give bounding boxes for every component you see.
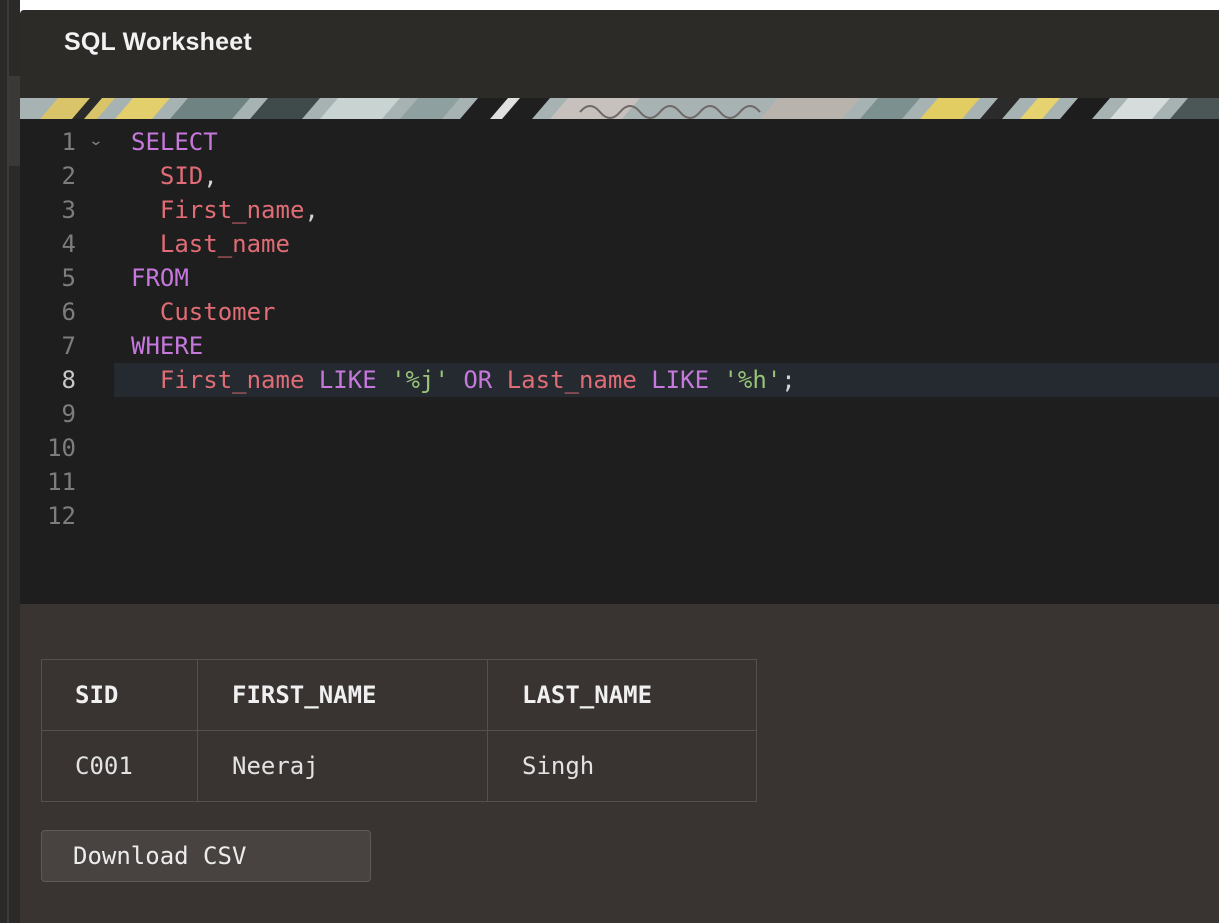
cell-sid: C001 bbox=[41, 730, 198, 802]
code-line[interactable]: 10 bbox=[20, 431, 1219, 465]
code-line[interactable]: 8 First_name LIKE '%j' OR Last_name LIKE… bbox=[20, 363, 1219, 397]
line-number: 12 bbox=[47, 502, 76, 530]
download-csv-button[interactable]: Download CSV bbox=[41, 830, 371, 882]
code-token: '%j' bbox=[391, 366, 449, 394]
code-text: FROM bbox=[131, 261, 189, 295]
sql-editor[interactable]: 1 ⌄ SELECT 2 SID, 3 First_name, 4 Last_name 5 F… bbox=[20, 119, 1219, 604]
code-line[interactable]: 7 WHERE bbox=[20, 329, 1219, 363]
code-text: SID, bbox=[131, 159, 218, 193]
results-panel: SID FIRST_NAME LAST_NAME C001 Neeraj Sin… bbox=[20, 604, 1219, 923]
line-number: 7 bbox=[61, 332, 76, 360]
code-token: , bbox=[304, 196, 319, 224]
line-number: 10 bbox=[47, 434, 76, 462]
code-token: SID bbox=[159, 162, 204, 190]
chevron-down-icon[interactable]: ⌄ bbox=[88, 133, 103, 149]
code-line[interactable]: 1 ⌄ SELECT bbox=[20, 125, 1219, 159]
line-number: 5 bbox=[61, 264, 76, 292]
code-token: Customer bbox=[159, 298, 276, 326]
column-header-label: LAST_NAME bbox=[522, 681, 653, 709]
line-number: 1 bbox=[61, 128, 76, 156]
code-token: LIKE bbox=[651, 366, 710, 394]
code-line[interactable]: 11 bbox=[20, 465, 1219, 499]
decorative-banner bbox=[20, 98, 1219, 119]
page-title: SQL Worksheet bbox=[64, 28, 252, 56]
cell-value: Neeraj bbox=[232, 752, 319, 780]
code-token: SELECT bbox=[131, 128, 218, 156]
code-token: FROM bbox=[131, 264, 189, 292]
code-text: SELECT bbox=[131, 125, 218, 159]
code-token: LIKE bbox=[318, 366, 377, 394]
code-token: , bbox=[203, 162, 218, 190]
cell-first-name: Neeraj bbox=[197, 730, 488, 802]
code-line[interactable]: 3 First_name, bbox=[20, 193, 1219, 227]
column-header-last-name: LAST_NAME bbox=[487, 659, 757, 731]
cell-value: Singh bbox=[522, 752, 595, 780]
column-header-first-name: FIRST_NAME bbox=[197, 659, 488, 731]
code-token: First_name bbox=[159, 366, 305, 394]
code-line[interactable]: 5 FROM bbox=[20, 261, 1219, 295]
column-header-label: FIRST_NAME bbox=[232, 681, 377, 709]
line-number: 6 bbox=[61, 298, 76, 326]
banner-pattern bbox=[20, 98, 1219, 119]
code-token: WHERE bbox=[131, 332, 204, 360]
code-token: Last_name bbox=[506, 366, 637, 394]
line-number: 11 bbox=[47, 468, 76, 496]
line-number: 8 bbox=[61, 366, 76, 394]
results-table: SID FIRST_NAME LAST_NAME C001 Neeraj Sin… bbox=[41, 659, 757, 802]
code-text: Last_name bbox=[131, 227, 290, 261]
line-number: 4 bbox=[61, 230, 76, 258]
line-number: 2 bbox=[61, 162, 76, 190]
code-text: Customer bbox=[131, 295, 276, 329]
code-line[interactable]: 4 Last_name bbox=[20, 227, 1219, 261]
code-token: ; bbox=[781, 366, 796, 394]
code-token: OR bbox=[463, 366, 493, 394]
cell-last-name: Singh bbox=[487, 730, 757, 802]
code-text: First_name, bbox=[131, 193, 319, 227]
left-rail bbox=[0, 0, 20, 923]
code-line[interactable]: 2 SID, bbox=[20, 159, 1219, 193]
code-line[interactable]: 6 Customer bbox=[20, 295, 1219, 329]
code-token: Last_name bbox=[159, 230, 290, 258]
code-text: First_name LIKE '%j' OR Last_name LIKE '… bbox=[131, 363, 796, 397]
rail-notch bbox=[9, 76, 20, 166]
code-token: First_name bbox=[159, 196, 305, 224]
worksheet-header: SQL Worksheet bbox=[20, 10, 1219, 98]
code-text: WHERE bbox=[131, 329, 203, 363]
code-token: '%h' bbox=[723, 366, 782, 394]
code-line[interactable]: 9 bbox=[20, 397, 1219, 431]
column-header-sid: SID bbox=[41, 659, 198, 731]
table-row: C001 Neeraj Singh bbox=[41, 730, 757, 802]
code-line[interactable]: 12 bbox=[20, 499, 1219, 533]
column-header-label: SID bbox=[75, 681, 119, 709]
table-header-row: SID FIRST_NAME LAST_NAME bbox=[41, 659, 757, 731]
line-number: 9 bbox=[61, 400, 76, 428]
cell-value: C001 bbox=[75, 752, 133, 780]
line-number: 3 bbox=[61, 196, 76, 224]
